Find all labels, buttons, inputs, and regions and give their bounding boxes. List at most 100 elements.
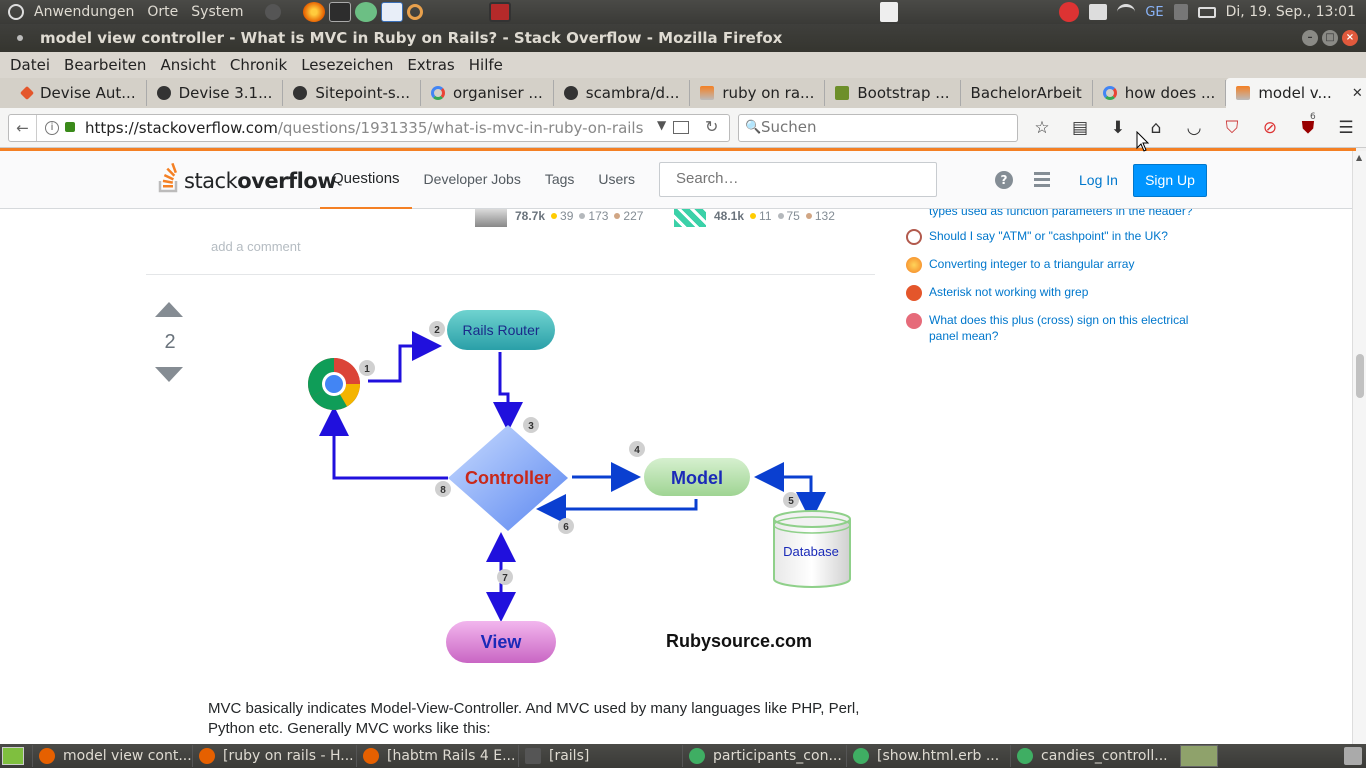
launcher-atom-icon[interactable] [354,2,377,22]
bronze-badge-count: 132 [805,209,835,223]
taskbar-item[interactable]: [rails] [518,745,682,767]
close-window-button[interactable]: × [1342,30,1358,46]
related-question-link[interactable]: What does this plus (cross) sign on this… [929,312,1199,344]
signup-button[interactable]: Sign Up [1133,164,1207,197]
menu-hilfe[interactable]: Hilfe [469,56,503,74]
taskbar-item[interactable]: model view cont... [32,745,192,767]
launcher-firefox-icon[interactable] [302,2,325,22]
review-queue-icon[interactable] [1034,172,1050,187]
document-indicator-icon[interactable] [880,2,898,22]
launcher-search-icon[interactable] [406,4,423,20]
reader-view-icon[interactable] [673,121,689,134]
stop-indicator-icon[interactable] [1059,2,1080,22]
help-icon[interactable]: ? [995,171,1013,189]
tab-devise-31[interactable]: Devise 3.1... [147,80,284,106]
scrollbar-thumb[interactable] [1356,354,1364,398]
search-engine-icon[interactable]: 🔍 [745,120,761,135]
google-icon [1102,86,1117,100]
gold-badge-count: 11 [750,209,772,223]
menu-chronik[interactable]: Chronik [230,56,287,74]
taskbar-item[interactable]: candies_controll... [1010,745,1174,767]
ubuntu-logo-icon[interactable] [8,4,24,20]
view-label: View [481,632,523,652]
taskbar-item[interactable]: [show.html.erb ... [846,745,1010,767]
related-question-link[interactable]: Should I say "ATM" or "cashpoint" in the… [929,228,1199,244]
browser-search-bar[interactable]: 🔍 [738,114,1018,142]
taskbar-item[interactable]: participants_con... [682,745,846,767]
site-info-icon[interactable]: i [45,121,59,135]
tab-model-view-active[interactable]: model v... ✕ [1226,78,1366,108]
close-tab-icon[interactable]: ✕ [1352,86,1363,101]
system-menu-system[interactable]: System [191,4,243,20]
menu-ansicht[interactable]: Ansicht [160,56,215,74]
maximize-button[interactable]: □ [1322,30,1338,46]
bookmarks-menu-icon[interactable]: ▤ [1070,118,1090,138]
tab-how-does[interactable]: how does ... [1093,80,1227,106]
tab-sitepoint[interactable]: Sitepoint-s... [283,80,421,106]
so-nav-users[interactable]: Users [586,151,647,209]
so-search-input[interactable] [660,163,930,194]
menu-datei[interactable]: Datei [10,56,50,74]
trash-icon[interactable] [1344,747,1362,765]
volume-icon[interactable] [1173,4,1188,20]
minimize-button[interactable]: – [1302,30,1318,46]
url-history-dropdown-icon[interactable]: ▼ [657,118,666,132]
tab-devise-auth[interactable]: Devise Aut... [0,80,147,106]
silver-badge-count: 173 [579,209,608,223]
secure-lock-icon[interactable] [65,122,75,132]
show-desktop-icon[interactable] [2,747,24,765]
keyboard-layout-indicator[interactable]: GE [1145,5,1163,20]
printer-icon[interactable] [1089,4,1108,20]
related-question-link[interactable]: types used as function parameters in the… [929,209,1199,219]
menu-extras[interactable]: Extras [407,56,454,74]
ublock-icon[interactable]: ⛊ 6 [1298,112,1318,138]
launcher-logout-icon[interactable] [264,4,281,20]
launcher-app-icon[interactable] [488,2,511,22]
url-bar[interactable]: ← i https://stackoverflow.com/questions/… [8,114,730,142]
tab-scambra[interactable]: scambra/d... [554,80,691,106]
silver-badge-count: 75 [777,209,800,223]
so-nav-questions[interactable]: Questions [320,151,412,209]
so-logo[interactable]: stackoverflow [158,162,337,193]
so-nav-tags[interactable]: Tags [533,151,587,209]
url-text[interactable]: https://stackoverflow.com/questions/1931… [85,119,643,137]
user-avatar[interactable] [475,209,507,227]
launcher-writer-icon[interactable] [380,2,403,22]
window-menu-icon[interactable] [17,35,23,41]
vote-down-arrow-icon[interactable] [155,367,183,382]
tab-bootstrap[interactable]: Bootstrap ... [825,80,961,106]
system-menu-applications[interactable]: Anwendungen [34,4,134,20]
block-addon-icon[interactable]: ⊘ [1260,118,1280,138]
launcher-terminal-icon[interactable] [328,2,351,22]
so-nav-developer-jobs[interactable]: Developer Jobs [412,151,533,209]
system-menu-places[interactable]: Orte [147,4,178,20]
battery-icon[interactable] [1197,6,1216,18]
back-arrow-icon[interactable]: ← [9,115,37,141]
tab-bachelorarbeit[interactable]: BachelorArbeit [961,80,1093,106]
tab-ruby-on-rails[interactable]: ruby on ra... [690,80,826,106]
reload-icon[interactable]: ↻ [705,117,718,136]
add-comment-link[interactable]: add a comment [211,239,301,254]
taskbar-item[interactable]: [ruby on rails - H... [192,745,356,767]
vote-up-arrow-icon[interactable] [155,302,183,317]
tab-organiser[interactable]: organiser ... [421,80,554,106]
system-clock[interactable]: Di, 19. Sep., 13:01 [1226,4,1356,20]
wifi-icon[interactable] [1117,4,1136,20]
menu-bearbeiten[interactable]: Bearbeiten [64,56,146,74]
related-question-link[interactable]: Asterisk not working with grep [929,284,1199,300]
browser-search-input[interactable] [761,118,1001,136]
so-search-box[interactable] [659,162,937,197]
hamburger-menu-icon[interactable]: ☰ [1336,118,1356,138]
bookmark-star-icon[interactable]: ☆ [1032,118,1052,138]
pocket-icon[interactable]: ◡ [1184,118,1204,138]
user-avatar[interactable] [674,209,706,227]
related-question-link[interactable]: Converting integer to a triangular array [929,256,1199,272]
page-scrollbar[interactable]: ▲ [1352,151,1366,744]
login-link[interactable]: Log In [1079,172,1118,188]
downloads-icon[interactable]: ⬇ [1108,118,1128,138]
taskbar-active-firefox[interactable] [1180,745,1218,767]
shield-addon-icon[interactable]: ⛉ [1222,118,1242,138]
menu-lesezeichen[interactable]: Lesezeichen [301,56,393,74]
taskbar-item[interactable]: [habtm Rails 4 E... [356,745,518,767]
scroll-up-arrow-icon[interactable]: ▲ [1356,153,1362,162]
